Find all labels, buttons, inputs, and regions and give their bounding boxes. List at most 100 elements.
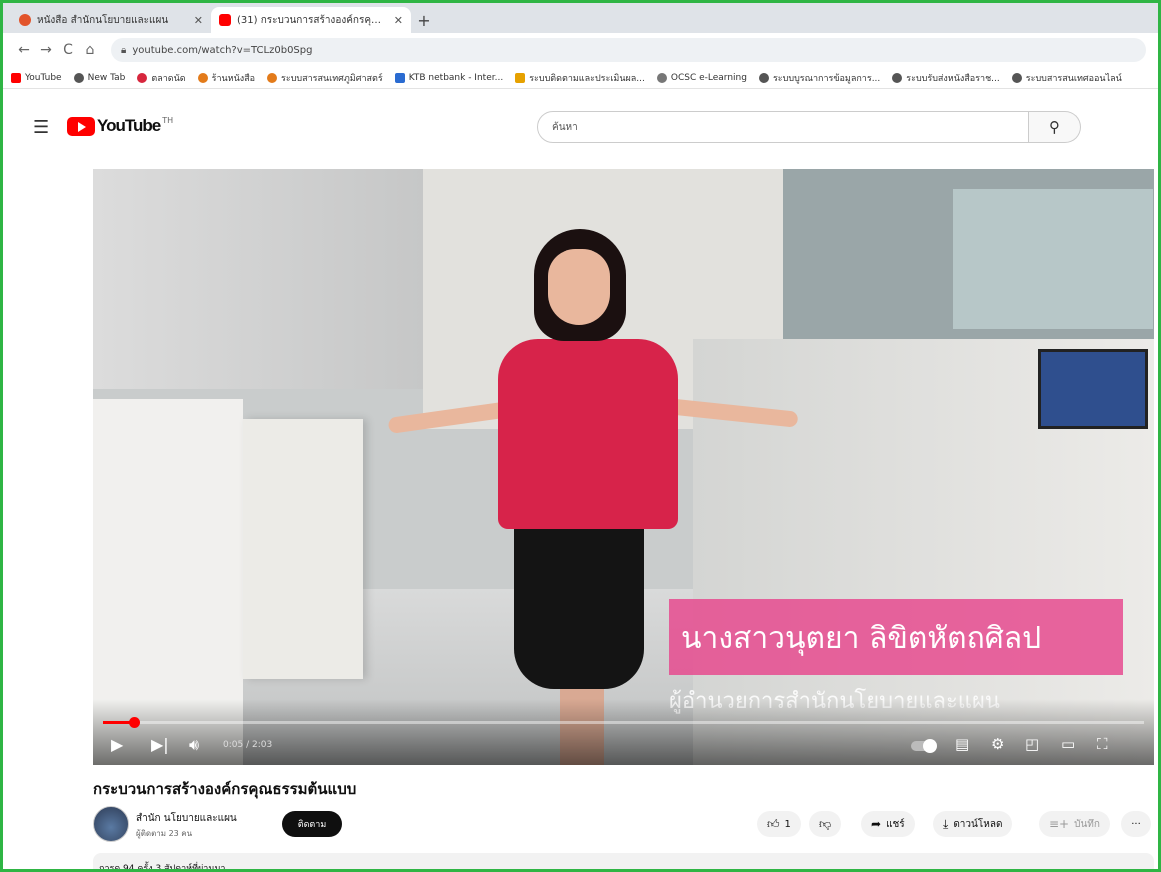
settings-gear-icon[interactable]: ⚙ — [991, 735, 1004, 753]
more-actions-button[interactable]: ··· — [1121, 811, 1151, 837]
bookmark-icon — [197, 72, 208, 83]
search-icon: ⚲ — [1049, 118, 1060, 136]
bookmark-item[interactable]: ตลาดนัด — [137, 71, 186, 85]
globe-icon — [758, 72, 769, 83]
subtitles-icon[interactable]: ▤ — [955, 735, 969, 753]
search-button[interactable]: ⚲ — [1029, 111, 1081, 143]
presenter-skirt — [514, 519, 644, 689]
save-button[interactable]: ≡+ บันทึก — [1039, 811, 1110, 837]
channel-name[interactable]: สำนัก นโยบายและแผน — [136, 811, 237, 826]
bookmark-label: ร้านหนังสือ — [211, 73, 256, 84]
miniplayer-icon[interactable]: ◰ — [1025, 735, 1039, 753]
bookmark-icon — [11, 72, 21, 83]
autoplay-toggle-icon — [911, 739, 937, 753]
close-icon[interactable]: ✕ — [194, 14, 203, 27]
bookmark-item[interactable]: New Tab — [73, 72, 126, 83]
globe-icon — [73, 72, 84, 83]
video-scene-tall-cabinet — [243, 419, 363, 679]
subscribe-button[interactable]: ติดตาม — [282, 811, 342, 837]
reload-icon[interactable]: C — [57, 42, 79, 58]
youtube-play-icon — [67, 116, 95, 136]
bookmark-item[interactable]: ร้านหนังสือ — [197, 71, 256, 85]
download-icon: ⤓ — [943, 816, 949, 831]
bookmark-icon — [656, 72, 667, 83]
dislike-button[interactable]: 👎︎ — [809, 811, 842, 837]
autoplay-toggle[interactable] — [911, 739, 937, 753]
video-scene-window — [953, 189, 1153, 329]
youtube-header: ☰ YouTube TH ค้นหา ⚲ — [3, 89, 1158, 159]
bookmark-label: ระบบติดตามและประเมินผล... — [529, 73, 645, 84]
volume-icon[interactable]: 🔊︎ — [189, 735, 199, 755]
save-playlist-icon: ≡+ — [1049, 817, 1070, 831]
plus-icon[interactable]: + — [411, 7, 437, 33]
youtube-favicon-icon — [219, 14, 231, 26]
share-label: แชร์ — [886, 818, 905, 830]
progress-bar[interactable] — [103, 717, 1144, 728]
forward-icon[interactable]: → — [35, 42, 57, 58]
like-count: 1 — [784, 818, 791, 830]
save-label: บันทึก — [1074, 818, 1100, 830]
bookmark-label: ตลาดนัด — [151, 73, 186, 84]
share-button[interactable]: ➦ แชร์ — [861, 811, 915, 837]
bookmark-label: ระบบบูรณาการข้อมูลการ... — [772, 73, 881, 84]
player-controls-gradient — [93, 699, 1154, 765]
channel-avatar[interactable] — [93, 806, 129, 842]
thumbs-up-icon: 👍︎ — [767, 816, 780, 831]
hamburger-menu-icon[interactable]: ☰ — [33, 117, 49, 138]
heart-icon — [137, 72, 148, 83]
next-icon[interactable]: ▶| — [151, 735, 169, 754]
lock-icon: 🔒︎ — [121, 44, 127, 56]
youtube-logo[interactable]: YouTube TH — [67, 116, 173, 136]
bookmark-item[interactable]: ระบบติดตามและประเมินผล... — [515, 71, 645, 85]
video-scene-cabinets — [93, 169, 423, 389]
view-count-date: การดู 94 ครั้ง 3 สัปดาห์ที่ผ่านมา — [99, 864, 226, 872]
tab-youtube-video[interactable]: (31) กระบวนการสร้างองค์กรคุณธรรม... ✕ — [211, 7, 411, 33]
tab-strip: หนังสือ สำนักนโยบายและแผน ✕ (31) กระบวนก… — [3, 3, 1158, 33]
url-field[interactable]: 🔒︎ youtube.com/watch?v=TCLz0b0Spg — [111, 38, 1146, 62]
subscriber-count: ผู้ติดตาม 23 คน — [136, 829, 193, 838]
globe-icon — [892, 72, 903, 83]
theater-mode-icon[interactable]: ▭ — [1061, 735, 1075, 753]
url-text: youtube.com/watch?v=TCLz0b0Spg — [132, 44, 313, 56]
video-player[interactable]: นางสาวนุตยา ลิขิตหัตถศิลป ผู้อำนวยการสำน… — [93, 169, 1154, 765]
browser-window: หนังสือ สำนักนโยบายและแผน ✕ (31) กระบวนก… — [0, 0, 1161, 872]
search-input[interactable]: ค้นหา — [537, 111, 1029, 143]
home-icon[interactable]: ⌂ — [79, 42, 101, 58]
close-icon[interactable]: ✕ — [394, 14, 403, 27]
bookmark-icon — [267, 72, 278, 83]
bookmark-item[interactable]: OCSC e-Learning — [656, 72, 747, 83]
play-icon[interactable]: ▶ — [111, 735, 123, 754]
description-box[interactable]: การดู 94 ครั้ง 3 สัปดาห์ที่ผ่านมา — [93, 853, 1154, 872]
time-display: 0:05 / 2:03 — [223, 740, 273, 750]
video-scene-monitor — [1038, 349, 1148, 429]
download-label: ดาวน์โหลด — [953, 818, 1003, 830]
tab-title: (31) กระบวนการสร้างองค์กรคุณธรรม... — [237, 14, 388, 26]
tab-favicon-icon — [19, 14, 31, 26]
presenter-top — [498, 339, 678, 529]
bookmark-label: ระบบรับส่งหนังสือราช... — [906, 73, 1000, 84]
tab-planning-office[interactable]: หนังสือ สำนักนโยบายและแผน ✕ — [11, 7, 211, 33]
bookmark-item[interactable]: ระบบสารสนเทศภูมิศาสตร์ — [267, 71, 383, 85]
bookmark-label: ระบบสารสนเทศภูมิศาสตร์ — [281, 73, 383, 84]
logo-text: YouTube — [97, 116, 161, 135]
thumbs-down-icon: 👎︎ — [819, 816, 832, 831]
share-icon: ➦ — [871, 817, 882, 831]
bookmark-item[interactable]: ระบบสารสนเทศออนไลน์ — [1011, 71, 1122, 85]
video-title: กระบวนการสร้างองค์กรคุณธรรมต้นแบบ — [93, 780, 357, 798]
bookmarks-bar: YouTube New Tab ตลาดนัด ร้านหนังสือ ระบบ… — [3, 67, 1158, 89]
bookmark-label: New Tab — [87, 72, 126, 83]
bookmark-item[interactable]: YouTube — [11, 72, 62, 83]
search-value: ค้นหา — [552, 121, 578, 133]
bookmark-item[interactable]: KTB netbank - Inter... — [394, 72, 503, 83]
download-button[interactable]: ⤓ ดาวน์โหลด — [933, 811, 1013, 837]
bookmark-item[interactable]: ระบบรับส่งหนังสือราช... — [892, 71, 1000, 85]
bookmark-label: OCSC e-Learning — [670, 72, 747, 83]
like-button[interactable]: 👍︎ 1 — [757, 811, 801, 837]
back-icon[interactable]: ← — [13, 42, 35, 58]
address-bar-row: ← → C ⌂ 🔒︎ youtube.com/watch?v=TCLz0b0Sp… — [3, 33, 1158, 67]
globe-icon — [1011, 72, 1022, 83]
bookmark-item[interactable]: ระบบบูรณาการข้อมูลการ... — [758, 71, 881, 85]
bookmark-label: ระบบสารสนเทศออนไลน์ — [1025, 73, 1122, 84]
bookmark-icon — [394, 72, 405, 83]
fullscreen-icon[interactable]: ⛶ — [1097, 735, 1108, 753]
